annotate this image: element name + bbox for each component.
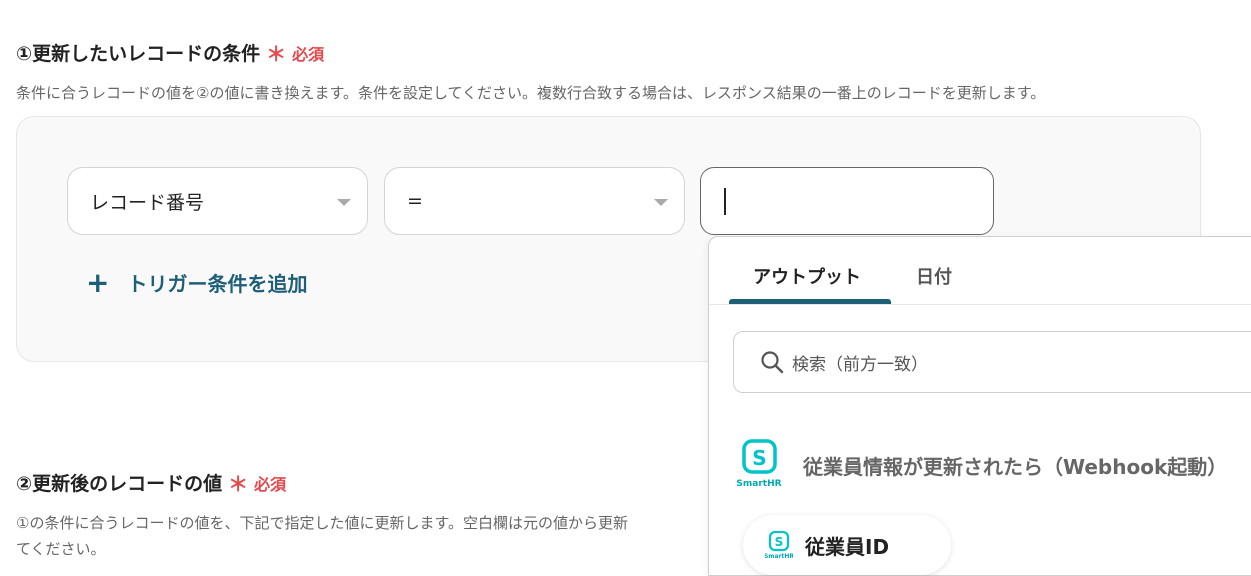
section1-title-text: ①更新したいレコードの条件 xyxy=(16,43,261,65)
section1-title: ①更新したいレコードの条件 ＊ 必須 xyxy=(16,38,324,67)
add-condition-label: トリガー条件を追加 xyxy=(127,272,308,296)
tab-divider xyxy=(709,304,1251,305)
field-select-value: レコード番号 xyxy=(90,191,205,214)
tab-date[interactable]: 日付 xyxy=(916,263,952,289)
required-mark: ＊ xyxy=(266,42,287,66)
svg-text:S: S xyxy=(775,535,784,549)
search-placeholder: 検索（前方一致） xyxy=(792,354,928,375)
add-condition-button[interactable]: + トリガー条件を追加 xyxy=(86,268,307,297)
plus-icon: + xyxy=(86,265,110,299)
required-badge: 必須 xyxy=(254,474,287,494)
field-select[interactable]: レコード番号 xyxy=(67,167,368,235)
condition-value-input[interactable] xyxy=(700,167,994,235)
smarthr-logo: S SmartHR xyxy=(731,439,789,489)
section2-description-line2: てください。 xyxy=(16,540,106,558)
smarthr-logo-text: SmartHR xyxy=(765,553,793,559)
search-icon xyxy=(761,351,784,374)
smarthr-icon: S SmartHR xyxy=(765,531,793,559)
operator-select[interactable]: = xyxy=(384,167,685,235)
output-item-label: 従業員ID xyxy=(805,534,890,559)
output-picker-panel: アウトプット 日付 検索（前方一致） S SmartHR 従業員情報が更新された… xyxy=(708,236,1251,576)
chevron-down-icon xyxy=(654,199,668,206)
operator-select-value: = xyxy=(407,190,423,212)
section2-description-line1: ①の条件に合うレコードの値を、下記で指定した値に更新します。空白欄は元の値から更… xyxy=(16,514,628,532)
tab-output[interactable]: アウトプット xyxy=(753,263,861,289)
section2-title-text: ②更新後のレコードの値 xyxy=(16,473,223,495)
smarthr-logo-text: SmartHR xyxy=(736,479,781,489)
svg-text:S: S xyxy=(752,446,766,470)
section1-description: 条件に合うレコードの値を②の値に書き換えます。条件を設定してください。複数行合致… xyxy=(16,84,1046,102)
output-item-employee-id[interactable]: S SmartHR 従業員ID xyxy=(743,515,951,575)
required-badge: 必須 xyxy=(292,44,325,64)
text-cursor xyxy=(724,188,726,215)
search-input[interactable]: 検索（前方一致） xyxy=(733,331,1251,393)
source-title: 従業員情報が更新されたら（Webhook起動） xyxy=(803,455,1228,479)
section2-title: ②更新後のレコードの値 ＊ 必須 xyxy=(16,468,286,497)
chevron-down-icon xyxy=(337,199,351,206)
smarthr-icon: S SmartHR xyxy=(736,439,782,489)
required-mark: ＊ xyxy=(228,472,249,496)
